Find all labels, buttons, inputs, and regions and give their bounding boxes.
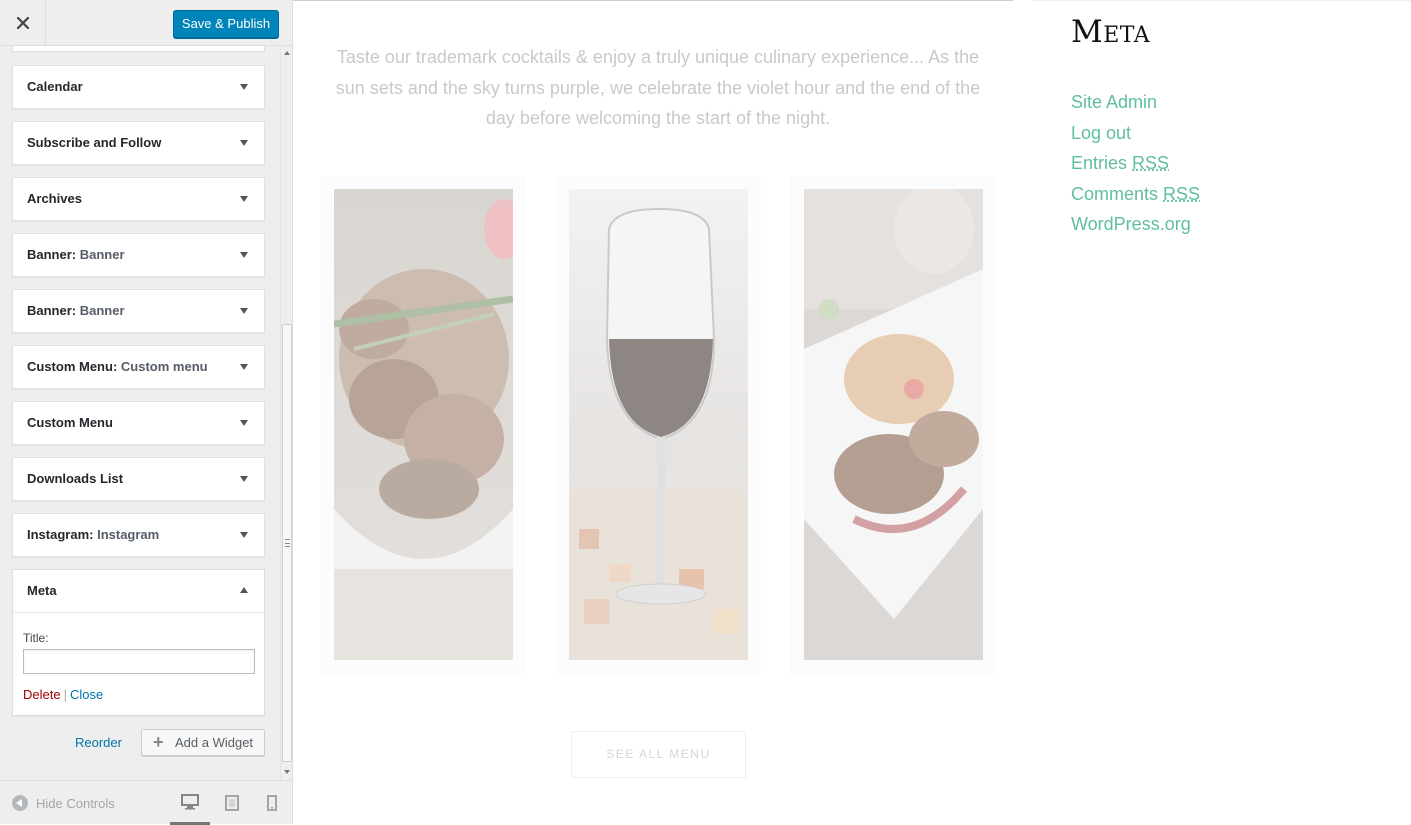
meta-link-entries-rss[interactable]: Entries RSS [1071,148,1200,179]
menu-card-1[interactable] [320,176,526,674]
widget-title: Subscribe and Follow [27,135,162,150]
widget-title-input[interactable] [23,649,255,674]
collapse-arrow-icon[interactable] [240,587,248,593]
expand-arrow-icon[interactable] [240,252,248,258]
hide-controls-label: Hide Controls [36,796,115,811]
rss-abbr: RSS [1163,183,1201,204]
add-widget-label: Add a Widget [175,735,254,750]
desktop-icon [181,793,199,809]
widget-meta-expanded: Meta Title: Delete | Close [12,569,265,716]
expand-arrow-icon[interactable] [240,532,248,538]
widget-banner-2[interactable]: Banner: Banner [12,289,265,333]
widget-title: Custom Menu: Custom menu [27,359,208,374]
meta-link-comments-rss[interactable]: Comments RSS [1071,179,1200,210]
food-image-wine[interactable] [569,189,748,660]
close-widget-link[interactable]: Close [70,687,103,702]
hide-controls-button[interactable]: Hide Controls [12,795,115,811]
separator: | [63,687,67,702]
widget-subtitle: Banner [79,303,125,318]
widget-custom-menu-1[interactable]: Custom Menu: Custom menu [12,345,265,389]
widget-partial[interactable] [12,46,265,52]
widget-title: Custom Menu [27,415,113,430]
expand-arrow-icon[interactable] [240,84,248,90]
scroll-down-icon[interactable] [284,770,290,774]
intro-paragraph: Taste our trademark cocktails & enjoy a … [335,47,981,128]
delete-widget-link[interactable]: Delete [23,687,61,702]
widget-subtitle: Banner [79,247,125,262]
widget-downloads-list[interactable]: Downloads List [12,457,265,501]
widget-title: Instagram: Instagram [27,527,160,542]
widget-banner-1[interactable]: Banner: Banner [12,233,265,277]
widgets-panel[interactable]: Calendar Subscribe and Follow Archives B… [0,46,280,780]
meta-link-wordpress-org[interactable]: WordPress.org [1071,209,1200,240]
expand-arrow-icon[interactable] [240,476,248,482]
widget-title: Banner: Banner [27,247,125,262]
scroll-up-icon[interactable] [284,51,290,55]
widget-title: Downloads List [27,471,124,486]
widget-title: Banner: Banner [27,303,125,318]
scrollbar-thumb[interactable] [282,324,292,762]
expand-arrow-icon[interactable] [240,364,248,370]
widget-title: Archives [27,191,82,206]
menu-card-2[interactable] [555,176,761,674]
preview-desktop-button[interactable] [170,781,210,825]
plus-icon: + [153,732,164,752]
food-image-skewers[interactable] [334,189,513,660]
save-publish-button[interactable]: Save & Publish [173,10,279,38]
meta-link-site-admin[interactable]: Site Admin [1071,87,1200,118]
widget-title: Meta [27,583,57,598]
collapse-icon [12,795,28,811]
widget-meta-header[interactable]: Meta [13,570,264,613]
add-widget-button[interactable]: + Add a Widget [141,729,265,756]
widget-subtitle: Custom menu [120,359,208,374]
widget-title: Calendar [27,79,83,94]
site-preview[interactable]: Taste our trademark cocktails & enjoy a … [293,0,1411,824]
widget-custom-menu-2[interactable]: Custom Menu [12,401,265,445]
customizer-sidebar: Save & Publish Calendar Subscribe and Fo… [0,0,293,825]
widget-subscribe-follow[interactable]: Subscribe and Follow [12,121,265,165]
grip-icon [285,539,290,547]
expand-arrow-icon[interactable] [240,308,248,314]
sidebar-scrollbar[interactable] [280,46,292,780]
food-image-duck[interactable] [804,189,983,660]
rss-abbr: RSS [1132,153,1170,173]
expand-arrow-icon[interactable] [240,140,248,146]
widget-archives[interactable]: Archives [12,177,265,221]
menu-card-3[interactable] [790,176,996,674]
customizer-header: Save & Publish [0,0,292,46]
see-all-menu-button[interactable]: SEE ALL MENU [571,731,746,778]
divider [293,0,1013,1]
close-customizer-button[interactable] [0,0,46,46]
mobile-icon [267,795,277,811]
widget-calendar[interactable]: Calendar [12,65,265,109]
expand-arrow-icon[interactable] [240,196,248,202]
reorder-link[interactable]: Reorder [75,735,122,750]
widget-instagram[interactable]: Instagram: Instagram [12,513,265,557]
meta-link-log-out[interactable]: Log out [1071,118,1200,149]
preview-mobile-button[interactable] [252,781,292,825]
customizer-footer: Hide Controls [0,780,292,825]
tablet-icon [225,795,239,811]
widget-subtitle: Instagram [97,527,160,542]
meta-links-list: Site Admin Log out Entries RSS Comments … [1071,87,1200,240]
close-icon [16,17,29,29]
preview-tablet-button[interactable] [212,781,252,825]
divider [1033,0,1411,1]
expand-arrow-icon[interactable] [240,420,248,426]
meta-widget-title: Meta [1071,14,1151,50]
widget-actions: Delete | Close [23,687,103,702]
title-field-label: Title: [23,631,49,645]
